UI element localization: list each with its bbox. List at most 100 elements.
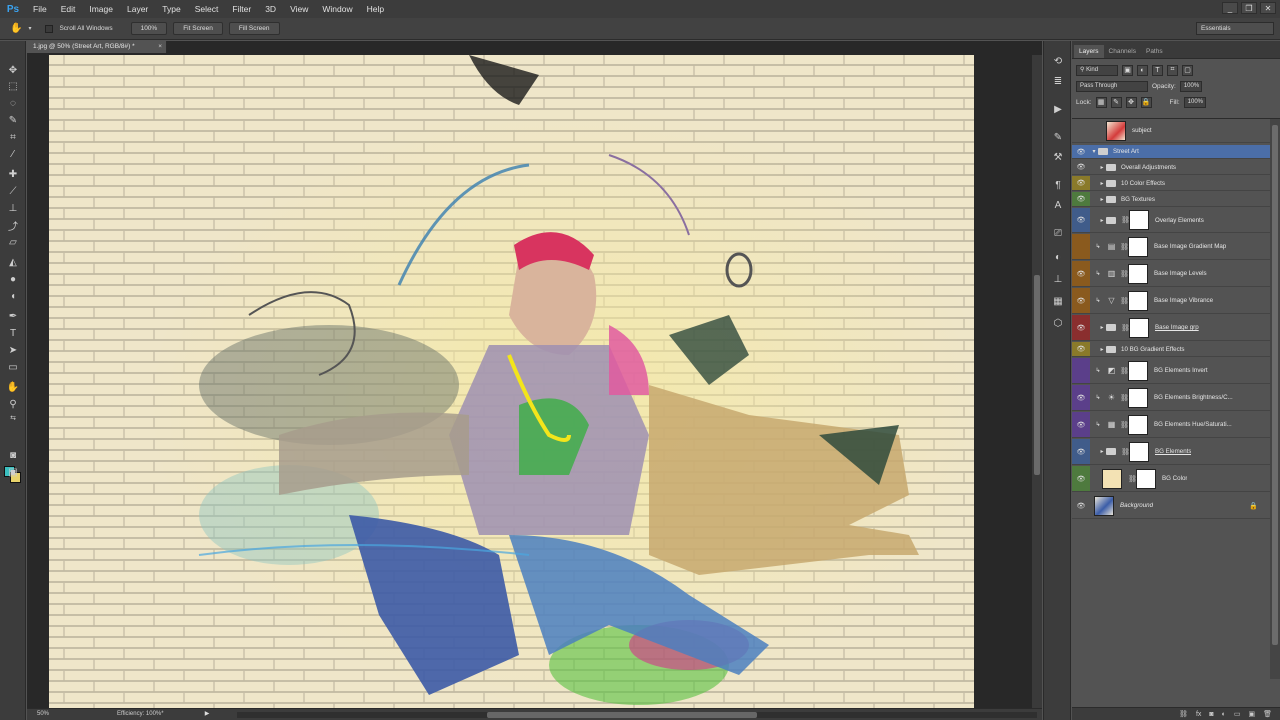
close-button[interactable]: ✕	[1260, 2, 1276, 14]
blur-tool-icon[interactable]: ●	[5, 272, 21, 286]
filter-adjustment-icon[interactable]: ◐	[1137, 64, 1148, 76]
eye-icon[interactable]: 👁	[1072, 192, 1090, 206]
menu-view[interactable]: View	[283, 0, 315, 18]
eye-icon[interactable]: 👁	[1072, 176, 1090, 190]
canvas-horizontal-scroll-thumb[interactable]	[487, 712, 757, 718]
group-collapsed-arrow-icon[interactable]: ▸	[1098, 196, 1106, 203]
layer-mask-thumbnail[interactable]	[1128, 414, 1148, 435]
tab-channels[interactable]: Channels	[1104, 45, 1141, 58]
layer-row-subject[interactable]: subject	[1072, 119, 1270, 143]
status-zoom[interactable]: 50%	[37, 709, 49, 720]
swatches-panel-icon[interactable]: ▦	[1051, 295, 1065, 307]
menu-select[interactable]: Select	[188, 0, 226, 18]
quick-select-tool-icon[interactable]: ✎	[5, 113, 21, 127]
pen-tool-icon[interactable]: ✒	[5, 309, 21, 323]
lock-pixels-icon[interactable]: ✎	[1110, 96, 1122, 108]
lasso-tool-icon[interactable]: ◌	[5, 96, 21, 110]
layer-row-street-art[interactable]: 👁 ▾ Street Art	[1072, 145, 1270, 159]
actions-panel-icon[interactable]: ▶	[1051, 103, 1065, 115]
delete-layer-icon[interactable]: 🗑	[1263, 710, 1272, 718]
status-menu-arrow-icon[interactable]: ▶	[203, 709, 211, 720]
layer-mask-thumbnail[interactable]	[1128, 360, 1148, 381]
layer-row-bg-color[interactable]: 👁 ⛓ BG Color	[1072, 466, 1270, 492]
layer-row-bg-elements-hue-saturation[interactable]: 👁 ↳ ▦ ⛓ BG Elements Hue/Saturati...	[1072, 412, 1270, 438]
history-brush-tool-icon[interactable]: ⤴	[5, 218, 21, 233]
menu-filter[interactable]: Filter	[225, 0, 258, 18]
eye-off-icon[interactable]	[1072, 358, 1090, 383]
clone-source-panel-icon[interactable]: ⊥	[1051, 273, 1065, 285]
blend-mode-select[interactable]: Pass Through	[1076, 80, 1148, 92]
filter-type-icon[interactable]: T	[1152, 64, 1163, 76]
group-collapsed-arrow-icon[interactable]: ▸	[1098, 346, 1106, 353]
new-layer-icon[interactable]: ▣	[1248, 710, 1255, 718]
menu-layer[interactable]: Layer	[120, 0, 155, 18]
group-collapsed-arrow-icon[interactable]: ▸	[1098, 324, 1106, 331]
eraser-tool-icon[interactable]: ▱	[5, 235, 21, 249]
menu-file[interactable]: File	[26, 0, 54, 18]
canvas-vertical-scroll-thumb[interactable]	[1034, 275, 1040, 475]
layer-row-overall-adjustments[interactable]: 👁 ▸ Overall Adjustments	[1072, 160, 1270, 175]
link-layers-icon[interactable]: ⛓	[1179, 710, 1188, 718]
scroll-all-windows-checkbox[interactable]	[45, 24, 54, 33]
path-selection-tool-icon[interactable]: ➤	[5, 343, 21, 357]
layer-mask-thumbnail[interactable]	[1136, 468, 1156, 489]
layers-scroll-thumb[interactable]	[1272, 125, 1278, 645]
properties-panel-icon[interactable]: ≣	[1051, 75, 1065, 87]
layer-row-10-color-effects[interactable]: 👁 ▸ 10 Color Effects	[1072, 176, 1270, 191]
group-collapsed-arrow-icon[interactable]: ▸	[1098, 164, 1106, 171]
eye-icon[interactable]: 👁	[1072, 385, 1090, 410]
filter-pixel-icon[interactable]: ▣	[1122, 64, 1133, 76]
marquee-tool-icon[interactable]: ⬚	[5, 79, 21, 93]
navigator-panel-icon[interactable]: ⎚	[1051, 227, 1065, 239]
layer-row-bg-elements-brightness[interactable]: 👁 ↳ ☀ ⛓ BG Elements Brightness/C...	[1072, 385, 1270, 411]
type-tool-icon[interactable]: T	[5, 326, 21, 340]
menu-window[interactable]: Window	[315, 0, 359, 18]
layer-row-bg-elements-invert[interactable]: ↳ ◩ ⛓ BG Elements Invert	[1072, 358, 1270, 384]
brush-panel-icon[interactable]: ✎	[1051, 131, 1065, 143]
eye-icon[interactable]: 👁	[1072, 493, 1090, 518]
canvas-horizontal-scrollbar[interactable]	[237, 712, 1037, 718]
layer-mask-thumbnail[interactable]	[1129, 210, 1149, 230]
document-tab-close-icon[interactable]: ×	[158, 41, 162, 53]
layers-scrollbar[interactable]	[1270, 119, 1280, 679]
menu-3d[interactable]: 3D	[258, 0, 283, 18]
image-canvas[interactable]	[49, 55, 974, 708]
tab-paths[interactable]: Paths	[1141, 45, 1168, 58]
fill-color-thumbnail[interactable]	[1102, 468, 1122, 489]
quick-mask-icon[interactable]: ◙	[5, 448, 21, 462]
layer-row-base-image-grp[interactable]: 👁 ▸ ⛓ Base Image grp	[1072, 315, 1270, 341]
opacity-input[interactable]: 100%	[1179, 80, 1202, 92]
swap-colors-icon[interactable]: ⇆	[5, 411, 21, 425]
eye-icon[interactable]: 👁	[1072, 315, 1090, 340]
eye-icon[interactable]: 👁	[1072, 439, 1090, 464]
menu-image[interactable]: Image	[82, 0, 120, 18]
layer-row-bg-textures[interactable]: 👁 ▸ BG Textures	[1072, 192, 1270, 207]
group-collapsed-arrow-icon[interactable]: ▸	[1098, 180, 1106, 187]
layer-row-background[interactable]: 👁 Background 🔒	[1072, 493, 1270, 519]
layer-row-overlay-elements[interactable]: 👁 ▸ ⛓ Overlay Elements	[1072, 208, 1270, 233]
fill-input[interactable]: 100%	[1183, 96, 1206, 108]
lock-transparency-icon[interactable]: ▦	[1095, 96, 1107, 108]
layer-row-bg-elements[interactable]: 👁 ▸ ⛓ BG Elements	[1072, 439, 1270, 465]
workspace-select[interactable]: Essentials	[1196, 22, 1274, 35]
eye-icon[interactable]: 👁	[1072, 342, 1090, 356]
group-expanded-arrow-icon[interactable]: ▾	[1090, 148, 1098, 155]
tab-layers[interactable]: Layers	[1074, 45, 1104, 58]
new-group-icon[interactable]: ▭	[1234, 710, 1241, 718]
restore-button[interactable]: ❐	[1241, 2, 1257, 14]
visibility-toggle-off-icon[interactable]	[1072, 119, 1090, 142]
layer-mask-thumbnail[interactable]	[1128, 290, 1148, 311]
layer-row-base-image-vibrance[interactable]: 👁 ↳ ▽ ⛓ Base Image Vibrance	[1072, 288, 1270, 314]
character-panel-icon[interactable]: A	[1051, 199, 1065, 211]
paint-bucket-tool-icon[interactable]: ◭	[5, 255, 21, 269]
layer-style-icon[interactable]: fx	[1196, 711, 1201, 718]
layer-row-base-image-levels[interactable]: 👁 ↳ ▥ ⛓ Base Image Levels	[1072, 261, 1270, 287]
layer-mask-thumbnail[interactable]	[1129, 317, 1149, 338]
eye-icon[interactable]: 👁	[1072, 145, 1090, 158]
layer-mask-thumbnail[interactable]	[1129, 441, 1149, 462]
layer-mask-thumbnail[interactable]	[1128, 263, 1148, 284]
fill-screen-button[interactable]: Fill Screen	[228, 22, 280, 35]
new-adjustment-icon[interactable]: ◐	[1222, 711, 1226, 718]
clone-stamp-tool-icon[interactable]: ⊥	[5, 201, 21, 215]
zoom-tool-icon[interactable]: ⚲	[5, 397, 21, 411]
